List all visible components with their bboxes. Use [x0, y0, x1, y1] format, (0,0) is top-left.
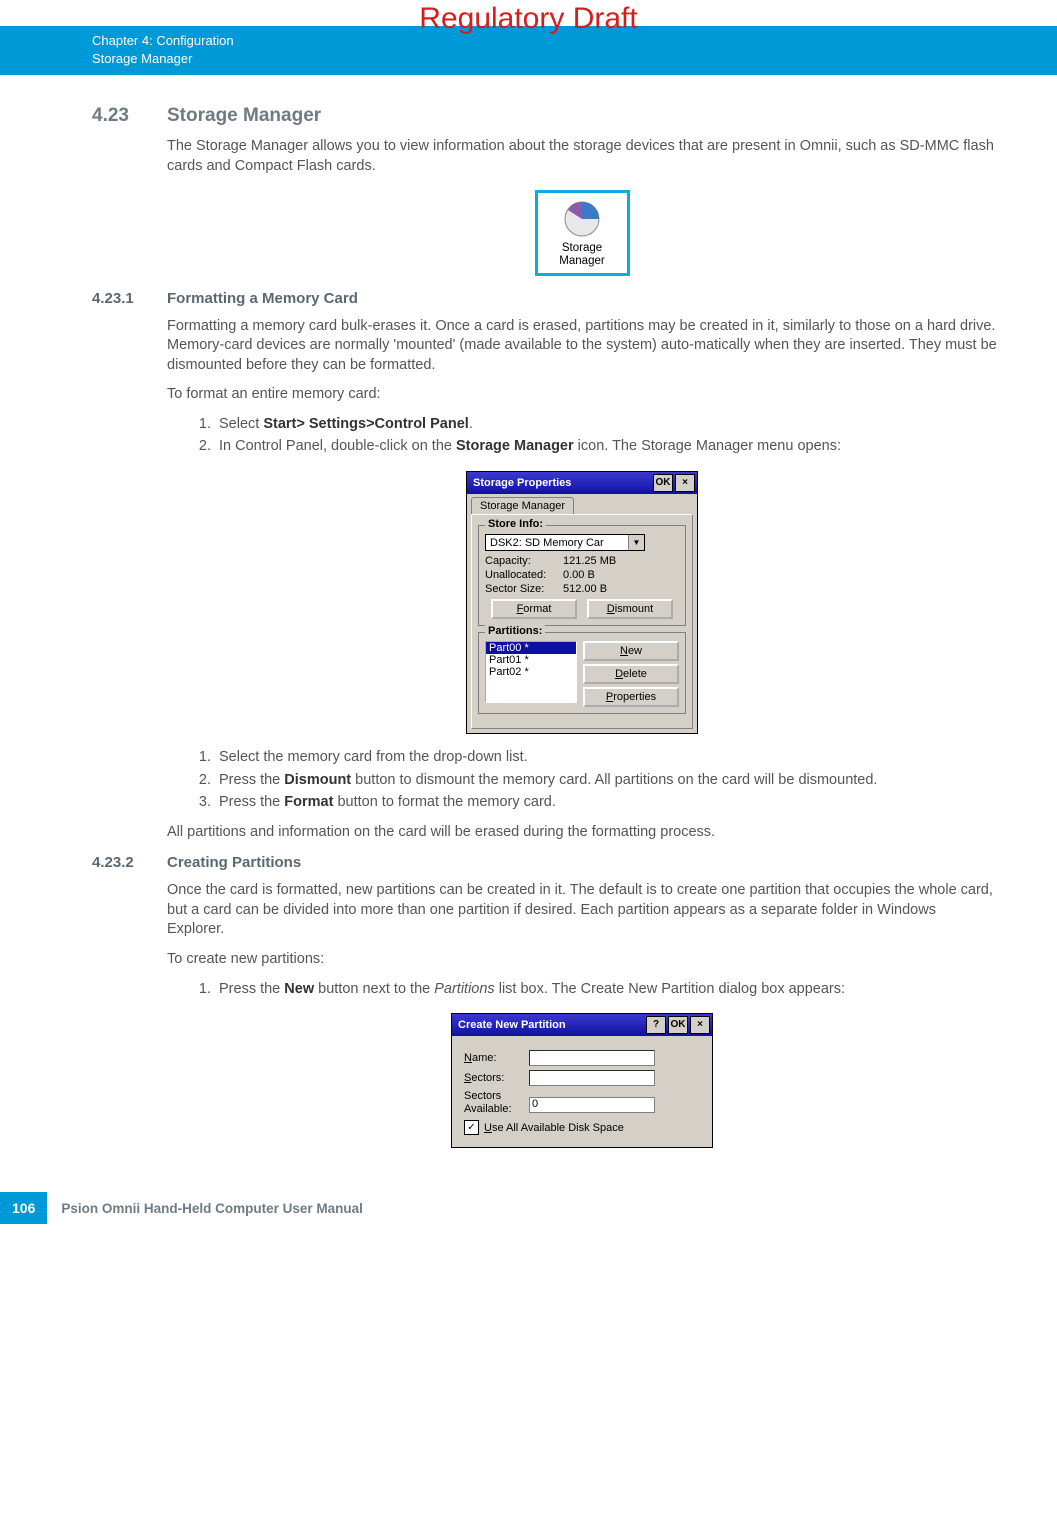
- subsection-title: Formatting a Memory Card: [167, 290, 358, 307]
- subsection-title: Creating Partitions: [167, 854, 301, 871]
- format-paragraph-2: To format an entire memory card:: [167, 385, 997, 405]
- close-button[interactable]: ×: [690, 1016, 710, 1034]
- after-step-1: Select the memory card from the drop-dow…: [215, 748, 997, 768]
- icon-label-line1: Storage: [544, 242, 621, 255]
- use-all-label: Use All Available Disk Space: [484, 1122, 624, 1134]
- delete-partition-button[interactable]: Delete: [583, 664, 679, 684]
- unallocated-label: Unallocated:: [485, 569, 563, 581]
- name-label: Name:: [464, 1052, 529, 1064]
- use-all-checkbox[interactable]: ✓: [464, 1120, 479, 1135]
- storage-properties-dialog: Storage Properties OK × Storage Manager …: [466, 471, 698, 734]
- sector-size-value: 512.00 B: [563, 583, 607, 595]
- section-line: Storage Manager: [92, 50, 1037, 68]
- page-number: 106: [0, 1192, 47, 1224]
- subsection-number: 4.23.2: [92, 854, 167, 871]
- partitions-legend: Partitions:: [485, 625, 545, 637]
- chevron-down-icon[interactable]: ▼: [628, 535, 644, 550]
- create-partition-dialog: Create New Partition ? OK × Name: Sector…: [451, 1013, 713, 1148]
- new-partition-button[interactable]: New: [583, 641, 679, 661]
- dialog-title: Create New Partition: [458, 1019, 644, 1031]
- partitions-paragraph-2: To create new partitions:: [167, 950, 997, 970]
- help-button[interactable]: ?: [646, 1016, 666, 1034]
- sector-size-label: Sector Size:: [485, 583, 563, 595]
- sectors-label: Sectors:: [464, 1072, 529, 1084]
- close-button[interactable]: ×: [675, 474, 695, 492]
- partitions-listbox[interactable]: Part00 * Part01 * Part02 *: [485, 641, 577, 703]
- section-number: 4.23: [92, 105, 167, 127]
- after-step-3: Press the Format button to format the me…: [215, 793, 997, 813]
- sectors-input[interactable]: [529, 1070, 655, 1086]
- after-step-2: Press the Dismount button to dismount th…: [215, 771, 997, 791]
- list-item[interactable]: Part01 *: [486, 654, 576, 666]
- format-paragraph-3: All partitions and information on the ca…: [167, 823, 997, 843]
- name-input[interactable]: [529, 1050, 655, 1066]
- storage-globe-icon: [562, 199, 602, 239]
- footer-title: Psion Omnii Hand-Held Computer User Manu…: [61, 1201, 363, 1216]
- section-title: Storage Manager: [167, 105, 321, 127]
- unallocated-value: 0.00 B: [563, 569, 595, 581]
- dropdown-value: DSK2: SD Memory Car: [486, 536, 628, 550]
- properties-button[interactable]: Properties: [583, 687, 679, 707]
- capacity-label: Capacity:: [485, 555, 563, 567]
- page-footer: 106 Psion Omnii Hand-Held Computer User …: [0, 1192, 1057, 1224]
- sectors-available-value: 0: [529, 1097, 655, 1113]
- format-step-2: In Control Panel, double-click on the St…: [215, 437, 997, 457]
- dismount-button[interactable]: Dismount: [587, 599, 673, 619]
- store-info-legend: Store Info:: [485, 518, 546, 530]
- tab-storage-manager[interactable]: Storage Manager: [471, 497, 574, 514]
- format-button[interactable]: Format: [491, 599, 577, 619]
- dialog-title: Storage Properties: [473, 477, 651, 489]
- partitions-group: Partitions: Part00 * Part01 * Part02 * N…: [478, 632, 686, 714]
- ok-button[interactable]: OK: [653, 474, 673, 492]
- store-dropdown[interactable]: DSK2: SD Memory Car ▼: [485, 534, 645, 551]
- icon-label-line2: Manager: [544, 255, 621, 268]
- subsection-number: 4.23.1: [92, 290, 167, 307]
- partitions-paragraph-1: Once the card is formatted, new partitio…: [167, 881, 997, 940]
- create-step-1: Press the New button next to the Partiti…: [215, 980, 997, 1000]
- storage-manager-app-icon[interactable]: Storage Manager: [535, 190, 630, 275]
- dialog-titlebar: Storage Properties OK ×: [467, 472, 697, 494]
- capacity-value: 121.25 MB: [563, 555, 616, 567]
- store-info-group: Store Info: DSK2: SD Memory Car ▼ Capaci…: [478, 525, 686, 626]
- dialog-titlebar: Create New Partition ? OK ×: [452, 1014, 712, 1036]
- list-item[interactable]: Part00 *: [486, 642, 576, 654]
- ok-button[interactable]: OK: [668, 1016, 688, 1034]
- sectors-available-label: SectorsAvailable:: [464, 1090, 529, 1116]
- format-paragraph-1: Formatting a memory card bulk-erases it.…: [167, 317, 997, 376]
- format-step-1: Select Start> Settings>Control Panel.: [215, 415, 997, 435]
- list-item[interactable]: Part02 *: [486, 666, 576, 678]
- intro-paragraph: The Storage Manager allows you to view i…: [167, 137, 997, 176]
